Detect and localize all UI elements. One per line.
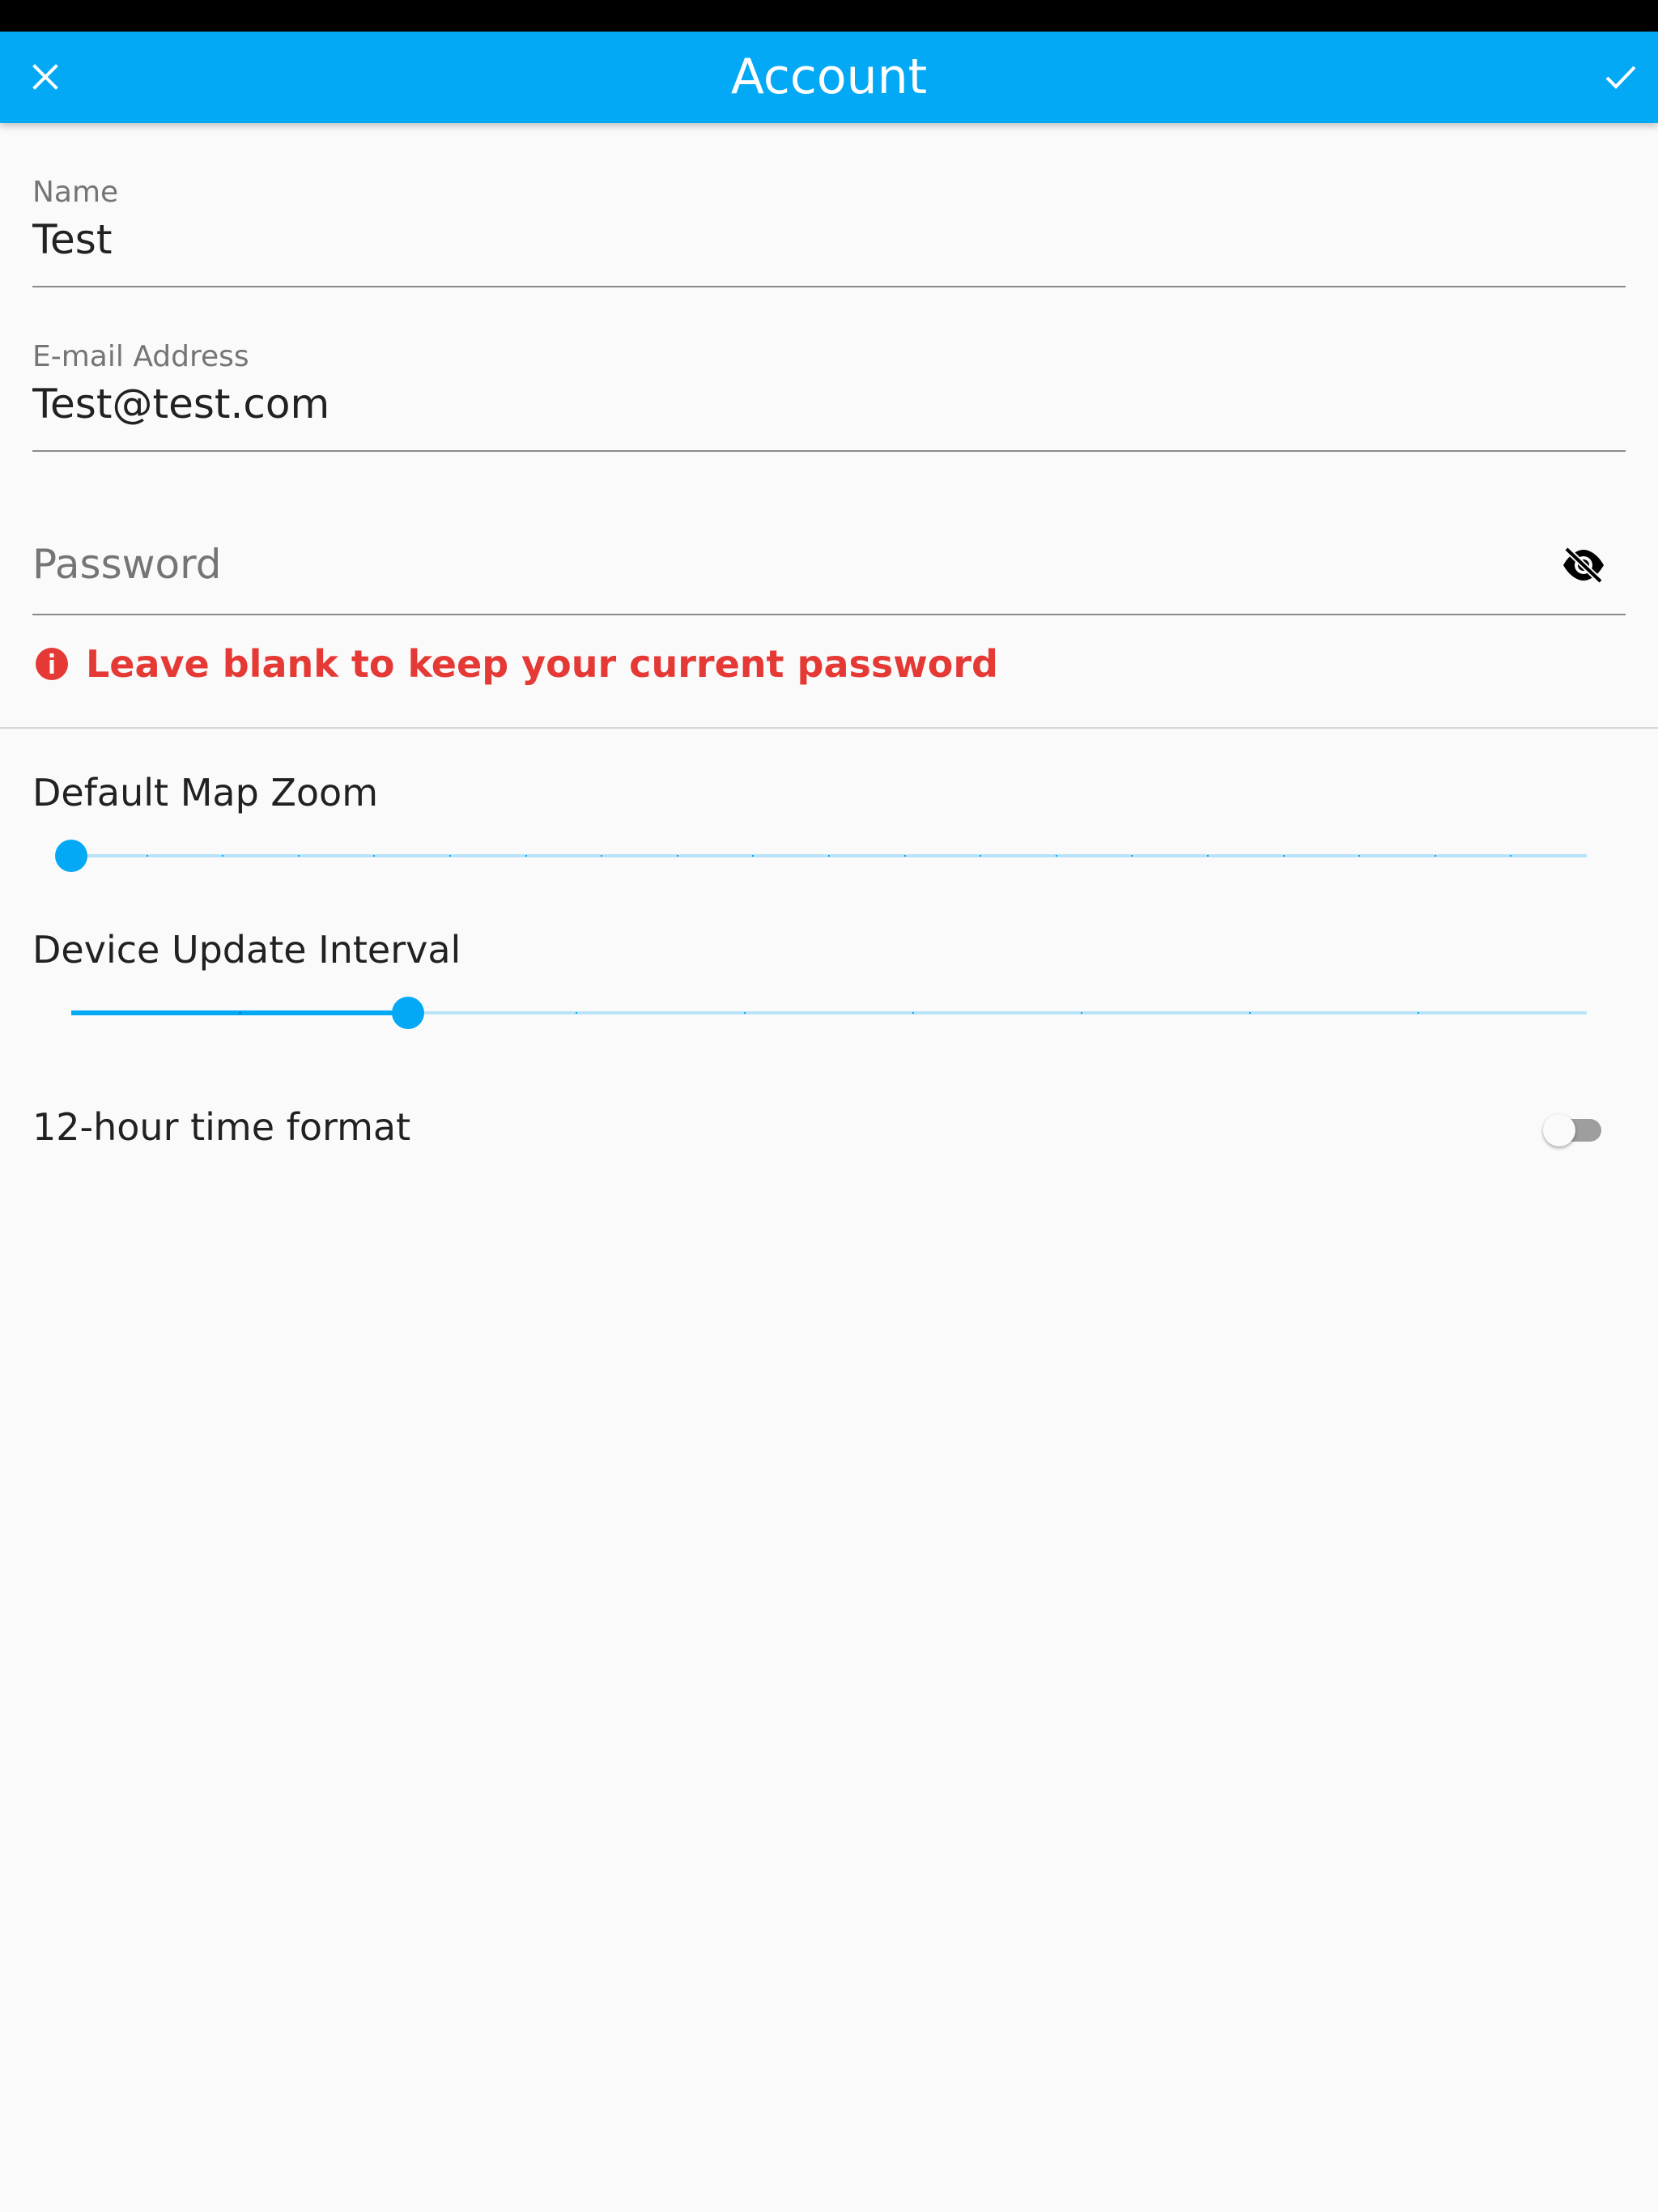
name-input[interactable] <box>32 213 1554 266</box>
slider-tick <box>1282 855 1285 857</box>
email-field-group: E-mail Address <box>32 338 1626 452</box>
name-label: Name <box>32 176 119 209</box>
slider-tick <box>525 855 527 857</box>
password-field-group <box>32 502 1626 617</box>
password-underline <box>32 614 1626 615</box>
slider-tick <box>146 855 148 857</box>
page-title: Account <box>730 49 928 105</box>
name-field-group: Name <box>32 174 1626 287</box>
slider-tick <box>980 855 982 857</box>
slider-tick <box>239 1012 241 1014</box>
section-divider <box>0 727 1658 729</box>
password-input[interactable] <box>32 528 1554 601</box>
slider-tick <box>1249 1012 1251 1014</box>
map-zoom-label: Default Map Zoom <box>32 771 379 815</box>
error-icon <box>36 648 68 680</box>
update-interval-label: Device Update Interval <box>32 928 461 972</box>
app-bar: Account <box>0 32 1658 123</box>
time-format-label: 12-hour time format <box>32 1105 411 1149</box>
slider-tick <box>449 855 451 857</box>
email-input[interactable] <box>32 377 1554 431</box>
slider-tick <box>373 855 376 857</box>
slider-tick <box>601 855 603 857</box>
slider-tick <box>1434 855 1436 857</box>
email-label: E-mail Address <box>32 340 249 373</box>
slider-tick <box>1510 855 1512 857</box>
status-bar <box>0 0 1658 32</box>
check-icon <box>1605 66 1636 89</box>
visibility-off-icon <box>1563 547 1604 583</box>
save-button[interactable] <box>1592 53 1650 101</box>
update-interval-slider[interactable] <box>55 989 1598 1037</box>
switch-thumb <box>1543 1114 1575 1146</box>
slider-tick <box>1358 855 1361 857</box>
slider-tick <box>1207 855 1209 857</box>
slider-thumb[interactable] <box>55 840 87 872</box>
email-underline <box>32 450 1626 452</box>
slider-tick <box>1081 1012 1082 1014</box>
slider-tick <box>222 855 224 857</box>
slider-thumb[interactable] <box>392 997 424 1029</box>
slider-tick <box>1131 855 1133 857</box>
slider-tick <box>828 855 830 857</box>
slider-tick <box>1055 855 1057 857</box>
visibility-toggle-button[interactable] <box>1558 541 1609 589</box>
password-helper-text: Leave blank to keep your current passwor… <box>86 642 998 686</box>
time-format-row: 12-hour time format <box>32 1095 1626 1159</box>
slider-tick <box>744 1012 746 1014</box>
name-underline <box>32 286 1626 287</box>
slider-tick <box>912 1012 914 1014</box>
slider-tick <box>903 855 906 857</box>
slider-tick <box>752 855 755 857</box>
password-helper: Leave blank to keep your current passwor… <box>34 640 998 688</box>
slider-tick <box>297 855 300 857</box>
map-zoom-slider[interactable] <box>55 832 1598 880</box>
slider-tick <box>676 855 678 857</box>
slider-tick <box>576 1012 577 1014</box>
slider-tick <box>1418 1012 1419 1014</box>
time-format-switch[interactable] <box>1543 1109 1605 1146</box>
